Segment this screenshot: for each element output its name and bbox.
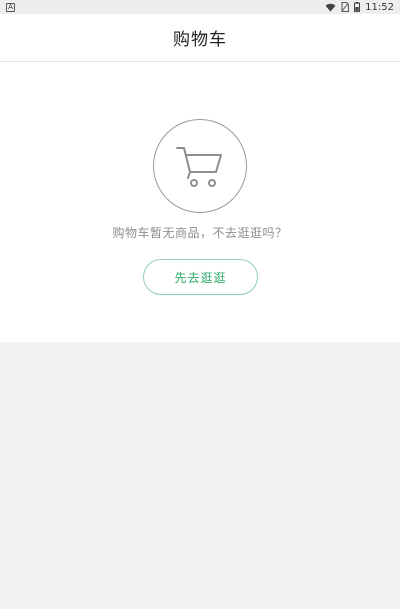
- status-time: 11:52: [365, 1, 394, 13]
- battery-icon: [354, 2, 361, 12]
- status-bar: A 11:52: [0, 0, 400, 14]
- header: 购物车: [0, 14, 400, 62]
- status-right: 11:52: [325, 2, 394, 13]
- no-sim-icon: [341, 2, 350, 12]
- empty-cart-panel: 购物车暂无商品，不去逛逛吗？ 先去逛逛: [0, 62, 400, 342]
- empty-cart-illustration: [153, 119, 247, 213]
- shopping-cart-icon: [176, 147, 222, 187]
- status-left: A: [6, 2, 15, 12]
- empty-cart-message: 购物车暂无商品，不去逛逛吗？: [112, 226, 288, 240]
- content-background: [0, 342, 400, 609]
- wifi-icon: [325, 3, 336, 12]
- notification-app-icon: A: [6, 2, 15, 12]
- go-shopping-button[interactable]: 先去逛逛: [143, 259, 258, 295]
- page-title: 购物车: [173, 30, 227, 50]
